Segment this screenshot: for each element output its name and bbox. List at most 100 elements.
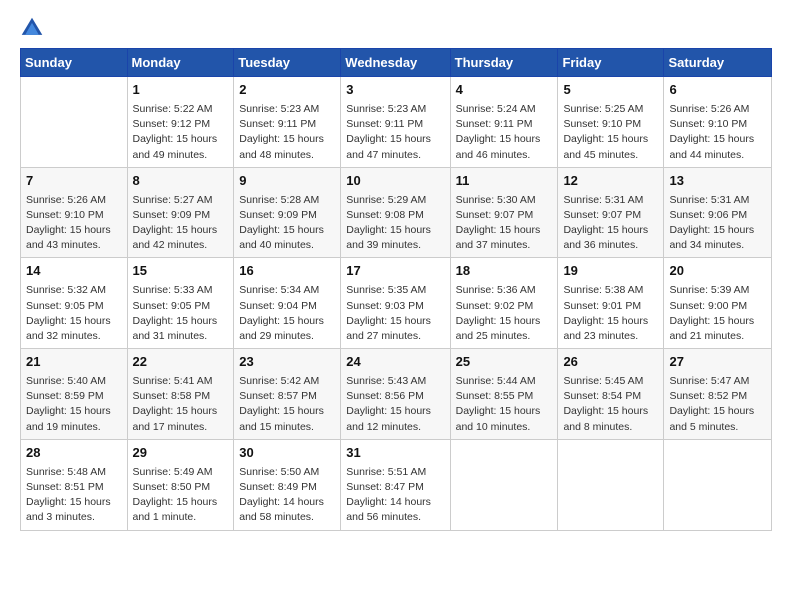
day-cell: 24 Sunrise: 5:43 AMSunset: 8:56 PMDayligh… [341, 349, 450, 440]
day-info: Sunrise: 5:39 AMSunset: 9:00 PMDaylight:… [669, 283, 766, 344]
day-number: 23 [239, 353, 335, 372]
day-info: Sunrise: 5:36 AMSunset: 9:02 PMDaylight:… [456, 283, 553, 344]
week-row-3: 21Sunrise: 5:40 AMSunset: 8:59 PMDayligh… [21, 349, 772, 440]
day-number: 12 [563, 172, 658, 191]
day-cell: 13 Sunrise: 5:31 AMSunset: 9:06 PMDayligh… [664, 167, 772, 258]
day-number: 9 [239, 172, 335, 191]
week-row-2: 14 Sunrise: 5:32 AMSunset: 9:05 PMDayligh… [21, 258, 772, 349]
day-info: Sunrise: 5:31 AMSunset: 9:07 PMDaylight:… [563, 193, 658, 254]
header-cell-thursday: Thursday [450, 49, 558, 77]
day-cell: 20 Sunrise: 5:39 AMSunset: 9:00 PMDayligh… [664, 258, 772, 349]
day-number: 24 [346, 353, 444, 372]
day-number: 2 [239, 81, 335, 100]
day-number: 29 [133, 444, 229, 463]
day-cell: 15Sunrise: 5:33 AMSunset: 9:05 PMDayligh… [127, 258, 234, 349]
day-info: Sunrise: 5:23 AMSunset: 9:11 PMDaylight:… [346, 102, 444, 163]
day-cell: 22Sunrise: 5:41 AMSunset: 8:58 PMDayligh… [127, 349, 234, 440]
day-info: Sunrise: 5:31 AMSunset: 9:06 PMDaylight:… [669, 193, 766, 254]
day-cell: 17Sunrise: 5:35 AMSunset: 9:03 PMDayligh… [341, 258, 450, 349]
logo [20, 16, 48, 40]
day-cell [664, 439, 772, 530]
day-info: Sunrise: 5:42 AMSunset: 8:57 PMDaylight:… [239, 374, 335, 435]
day-cell: 2 Sunrise: 5:23 AMSunset: 9:11 PMDaylight… [234, 77, 341, 168]
day-cell: 5 Sunrise: 5:25 AMSunset: 9:10 PMDaylight… [558, 77, 664, 168]
header-cell-monday: Monday [127, 49, 234, 77]
day-info: Sunrise: 5:35 AMSunset: 9:03 PMDaylight:… [346, 283, 444, 344]
day-number: 26 [563, 353, 658, 372]
day-cell [558, 439, 664, 530]
header-cell-friday: Friday [558, 49, 664, 77]
header-cell-tuesday: Tuesday [234, 49, 341, 77]
day-number: 4 [456, 81, 553, 100]
day-number: 18 [456, 262, 553, 281]
day-info: Sunrise: 5:29 AMSunset: 9:08 PMDaylight:… [346, 193, 444, 254]
day-number: 19 [563, 262, 658, 281]
day-info: Sunrise: 5:34 AMSunset: 9:04 PMDaylight:… [239, 283, 335, 344]
day-number: 6 [669, 81, 766, 100]
day-number: 25 [456, 353, 553, 372]
day-number: 27 [669, 353, 766, 372]
day-cell: 16 Sunrise: 5:34 AMSunset: 9:04 PMDayligh… [234, 258, 341, 349]
day-info: Sunrise: 5:38 AMSunset: 9:01 PMDaylight:… [563, 283, 658, 344]
day-number: 11 [456, 172, 553, 191]
day-number: 20 [669, 262, 766, 281]
week-row-0: 1Sunrise: 5:22 AMSunset: 9:12 PMDaylight… [21, 77, 772, 168]
day-cell: 10 Sunrise: 5:29 AMSunset: 9:08 PMDayligh… [341, 167, 450, 258]
day-cell [21, 77, 128, 168]
day-cell: 3 Sunrise: 5:23 AMSunset: 9:11 PMDaylight… [341, 77, 450, 168]
logo-icon [20, 16, 44, 40]
day-info: Sunrise: 5:33 AMSunset: 9:05 PMDaylight:… [133, 283, 229, 344]
day-info: Sunrise: 5:48 AMSunset: 8:51 PMDaylight:… [26, 465, 122, 526]
day-info: Sunrise: 5:43 AMSunset: 8:56 PMDaylight:… [346, 374, 444, 435]
day-info: Sunrise: 5:51 AMSunset: 8:47 PMDaylight:… [346, 465, 444, 526]
day-cell: 31Sunrise: 5:51 AMSunset: 8:47 PMDayligh… [341, 439, 450, 530]
day-number: 7 [26, 172, 122, 191]
day-cell: 6 Sunrise: 5:26 AMSunset: 9:10 PMDaylight… [664, 77, 772, 168]
header-cell-saturday: Saturday [664, 49, 772, 77]
day-info: Sunrise: 5:24 AMSunset: 9:11 PMDaylight:… [456, 102, 553, 163]
day-cell: 7 Sunrise: 5:26 AMSunset: 9:10 PMDaylight… [21, 167, 128, 258]
day-cell: 11 Sunrise: 5:30 AMSunset: 9:07 PMDayligh… [450, 167, 558, 258]
day-info: Sunrise: 5:50 AMSunset: 8:49 PMDaylight:… [239, 465, 335, 526]
day-cell: 23 Sunrise: 5:42 AMSunset: 8:57 PMDayligh… [234, 349, 341, 440]
day-info: Sunrise: 5:28 AMSunset: 9:09 PMDaylight:… [239, 193, 335, 254]
day-info: Sunrise: 5:23 AMSunset: 9:11 PMDaylight:… [239, 102, 335, 163]
day-number: 3 [346, 81, 444, 100]
day-cell [450, 439, 558, 530]
day-cell: 30 Sunrise: 5:50 AMSunset: 8:49 PMDayligh… [234, 439, 341, 530]
day-number: 10 [346, 172, 444, 191]
day-number: 16 [239, 262, 335, 281]
week-row-4: 28 Sunrise: 5:48 AMSunset: 8:51 PMDayligh… [21, 439, 772, 530]
day-number: 21 [26, 353, 122, 372]
day-info: Sunrise: 5:45 AMSunset: 8:54 PMDaylight:… [563, 374, 658, 435]
day-cell: 18 Sunrise: 5:36 AMSunset: 9:02 PMDayligh… [450, 258, 558, 349]
day-info: Sunrise: 5:32 AMSunset: 9:05 PMDaylight:… [26, 283, 122, 344]
day-number: 8 [133, 172, 229, 191]
calendar-table: SundayMondayTuesdayWednesdayThursdayFrid… [20, 48, 772, 531]
day-info: Sunrise: 5:41 AMSunset: 8:58 PMDaylight:… [133, 374, 229, 435]
header-cell-sunday: Sunday [21, 49, 128, 77]
day-cell: 14 Sunrise: 5:32 AMSunset: 9:05 PMDayligh… [21, 258, 128, 349]
day-info: Sunrise: 5:30 AMSunset: 9:07 PMDaylight:… [456, 193, 553, 254]
day-number: 13 [669, 172, 766, 191]
week-row-1: 7 Sunrise: 5:26 AMSunset: 9:10 PMDaylight… [21, 167, 772, 258]
day-number: 14 [26, 262, 122, 281]
day-number: 5 [563, 81, 658, 100]
header-row: SundayMondayTuesdayWednesdayThursdayFrid… [21, 49, 772, 77]
day-info: Sunrise: 5:26 AMSunset: 9:10 PMDaylight:… [26, 193, 122, 254]
header [20, 16, 772, 40]
day-number: 30 [239, 444, 335, 463]
day-cell: 4 Sunrise: 5:24 AMSunset: 9:11 PMDaylight… [450, 77, 558, 168]
day-info: Sunrise: 5:25 AMSunset: 9:10 PMDaylight:… [563, 102, 658, 163]
header-cell-wednesday: Wednesday [341, 49, 450, 77]
day-info: Sunrise: 5:22 AMSunset: 9:12 PMDaylight:… [133, 102, 229, 163]
day-cell: 25Sunrise: 5:44 AMSunset: 8:55 PMDayligh… [450, 349, 558, 440]
day-info: Sunrise: 5:26 AMSunset: 9:10 PMDaylight:… [669, 102, 766, 163]
day-number: 28 [26, 444, 122, 463]
day-cell: 1Sunrise: 5:22 AMSunset: 9:12 PMDaylight… [127, 77, 234, 168]
day-cell: 12 Sunrise: 5:31 AMSunset: 9:07 PMDayligh… [558, 167, 664, 258]
day-info: Sunrise: 5:49 AMSunset: 8:50 PMDaylight:… [133, 465, 229, 526]
day-cell: 26 Sunrise: 5:45 AMSunset: 8:54 PMDayligh… [558, 349, 664, 440]
day-info: Sunrise: 5:27 AMSunset: 9:09 PMDaylight:… [133, 193, 229, 254]
day-cell: 19 Sunrise: 5:38 AMSunset: 9:01 PMDayligh… [558, 258, 664, 349]
